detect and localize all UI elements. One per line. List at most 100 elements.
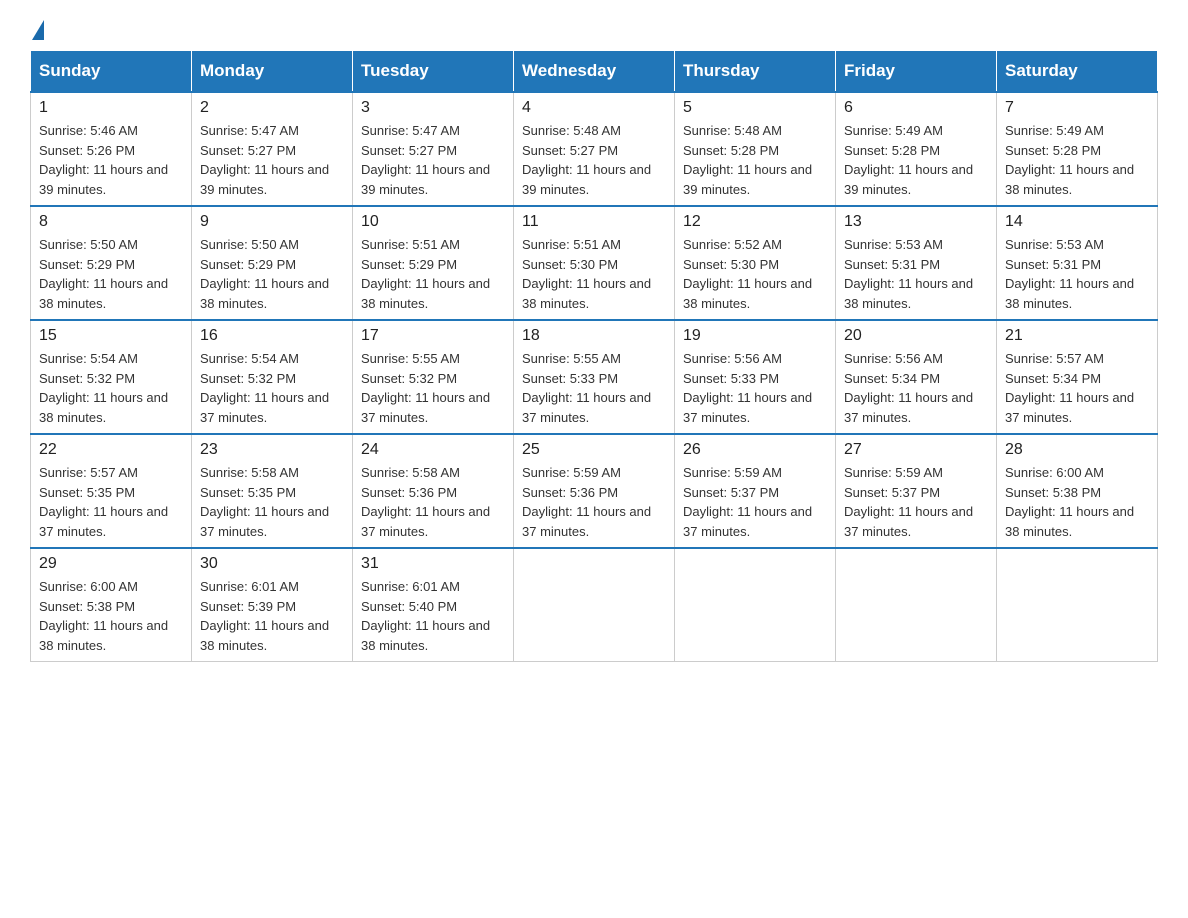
week-row-4: 22Sunrise: 5:57 AMSunset: 5:35 PMDayligh… bbox=[31, 434, 1158, 548]
day-info: Sunrise: 5:51 AMSunset: 5:30 PMDaylight:… bbox=[522, 235, 666, 313]
calendar-table: SundayMondayTuesdayWednesdayThursdayFrid… bbox=[30, 50, 1158, 662]
day-number: 22 bbox=[39, 441, 183, 459]
day-info: Sunrise: 5:55 AMSunset: 5:32 PMDaylight:… bbox=[361, 349, 505, 427]
day-cell-7: 7 Sunrise: 5:49 AMSunset: 5:28 PMDaylight… bbox=[997, 92, 1158, 206]
empty-cell bbox=[514, 548, 675, 662]
day-cell-8: 8Sunrise: 5:50 AMSunset: 5:29 PMDaylight… bbox=[31, 206, 192, 320]
day-cell-22: 22Sunrise: 5:57 AMSunset: 5:35 PMDayligh… bbox=[31, 434, 192, 548]
day-info: Sunrise: 5:54 AMSunset: 5:32 PMDaylight:… bbox=[200, 349, 344, 427]
day-number: 27 bbox=[844, 441, 988, 459]
empty-cell bbox=[997, 548, 1158, 662]
page-header bbox=[30, 20, 1158, 40]
day-cell-3: 3Sunrise: 5:47 AMSunset: 5:27 PMDaylight… bbox=[353, 92, 514, 206]
day-info: Sunrise: 5:53 AMSunset: 5:31 PMDaylight:… bbox=[1005, 235, 1149, 313]
day-info: Sunrise: 6:01 AMSunset: 5:40 PMDaylight:… bbox=[361, 577, 505, 655]
day-info: Sunrise: 5:56 AMSunset: 5:34 PMDaylight:… bbox=[844, 349, 988, 427]
day-info: Sunrise: 5:47 AMSunset: 5:27 PMDaylight:… bbox=[200, 121, 344, 199]
day-number: 29 bbox=[39, 555, 183, 573]
day-number: 9 bbox=[200, 213, 344, 231]
day-cell-16: 16 Sunrise: 5:54 AMSunset: 5:32 PMDayligh… bbox=[192, 320, 353, 434]
weekday-header-saturday: Saturday bbox=[997, 51, 1158, 93]
day-info: Sunrise: 5:55 AMSunset: 5:33 PMDaylight:… bbox=[522, 349, 666, 427]
week-row-5: 29 Sunrise: 6:00 AMSunset: 5:38 PMDayligh… bbox=[31, 548, 1158, 662]
day-info: Sunrise: 5:52 AMSunset: 5:30 PMDaylight:… bbox=[683, 235, 827, 313]
week-row-1: 1 Sunrise: 5:46 AMSunset: 5:26 PMDaylight… bbox=[31, 92, 1158, 206]
day-info: Sunrise: 5:54 AMSunset: 5:32 PMDaylight:… bbox=[39, 349, 183, 427]
day-cell-24: 24 Sunrise: 5:58 AMSunset: 5:36 PMDayligh… bbox=[353, 434, 514, 548]
day-info: Sunrise: 5:58 AMSunset: 5:35 PMDaylight:… bbox=[200, 463, 344, 541]
day-info: Sunrise: 5:56 AMSunset: 5:33 PMDaylight:… bbox=[683, 349, 827, 427]
weekday-header-sunday: Sunday bbox=[31, 51, 192, 93]
day-number: 15 bbox=[39, 327, 183, 345]
day-number: 4 bbox=[522, 99, 666, 117]
day-cell-28: 28Sunrise: 6:00 AMSunset: 5:38 PMDayligh… bbox=[997, 434, 1158, 548]
day-number: 1 bbox=[39, 99, 183, 117]
week-row-2: 8Sunrise: 5:50 AMSunset: 5:29 PMDaylight… bbox=[31, 206, 1158, 320]
day-info: Sunrise: 6:00 AMSunset: 5:38 PMDaylight:… bbox=[1005, 463, 1149, 541]
day-info: Sunrise: 5:59 AMSunset: 5:37 PMDaylight:… bbox=[844, 463, 988, 541]
logo-triangle-icon bbox=[32, 20, 44, 40]
day-info: Sunrise: 5:48 AMSunset: 5:27 PMDaylight:… bbox=[522, 121, 666, 199]
day-cell-1: 1 Sunrise: 5:46 AMSunset: 5:26 PMDaylight… bbox=[31, 92, 192, 206]
day-cell-18: 18 Sunrise: 5:55 AMSunset: 5:33 PMDayligh… bbox=[514, 320, 675, 434]
day-number: 17 bbox=[361, 327, 505, 345]
day-cell-17: 17 Sunrise: 5:55 AMSunset: 5:32 PMDayligh… bbox=[353, 320, 514, 434]
day-number: 6 bbox=[844, 99, 988, 117]
day-cell-30: 30 Sunrise: 6:01 AMSunset: 5:39 PMDayligh… bbox=[192, 548, 353, 662]
day-number: 16 bbox=[200, 327, 344, 345]
day-number: 21 bbox=[1005, 327, 1149, 345]
day-cell-26: 26 Sunrise: 5:59 AMSunset: 5:37 PMDayligh… bbox=[675, 434, 836, 548]
day-cell-9: 9Sunrise: 5:50 AMSunset: 5:29 PMDaylight… bbox=[192, 206, 353, 320]
day-info: Sunrise: 5:49 AMSunset: 5:28 PMDaylight:… bbox=[1005, 121, 1149, 199]
weekday-header-row: SundayMondayTuesdayWednesdayThursdayFrid… bbox=[31, 51, 1158, 93]
day-cell-31: 31 Sunrise: 6:01 AMSunset: 5:40 PMDayligh… bbox=[353, 548, 514, 662]
weekday-header-monday: Monday bbox=[192, 51, 353, 93]
day-info: Sunrise: 5:48 AMSunset: 5:28 PMDaylight:… bbox=[683, 121, 827, 199]
day-cell-13: 13 Sunrise: 5:53 AMSunset: 5:31 PMDayligh… bbox=[836, 206, 997, 320]
day-cell-29: 29 Sunrise: 6:00 AMSunset: 5:38 PMDayligh… bbox=[31, 548, 192, 662]
day-number: 10 bbox=[361, 213, 505, 231]
day-info: Sunrise: 5:59 AMSunset: 5:37 PMDaylight:… bbox=[683, 463, 827, 541]
day-number: 11 bbox=[522, 213, 666, 231]
day-cell-27: 27 Sunrise: 5:59 AMSunset: 5:37 PMDayligh… bbox=[836, 434, 997, 548]
day-cell-5: 5 Sunrise: 5:48 AMSunset: 5:28 PMDaylight… bbox=[675, 92, 836, 206]
day-number: 13 bbox=[844, 213, 988, 231]
day-cell-4: 4 Sunrise: 5:48 AMSunset: 5:27 PMDaylight… bbox=[514, 92, 675, 206]
day-cell-20: 20Sunrise: 5:56 AMSunset: 5:34 PMDayligh… bbox=[836, 320, 997, 434]
day-cell-10: 10Sunrise: 5:51 AMSunset: 5:29 PMDayligh… bbox=[353, 206, 514, 320]
day-cell-15: 15 Sunrise: 5:54 AMSunset: 5:32 PMDayligh… bbox=[31, 320, 192, 434]
day-cell-19: 19 Sunrise: 5:56 AMSunset: 5:33 PMDayligh… bbox=[675, 320, 836, 434]
day-number: 23 bbox=[200, 441, 344, 459]
day-info: Sunrise: 5:46 AMSunset: 5:26 PMDaylight:… bbox=[39, 121, 183, 199]
day-cell-2: 2 Sunrise: 5:47 AMSunset: 5:27 PMDaylight… bbox=[192, 92, 353, 206]
day-cell-23: 23 Sunrise: 5:58 AMSunset: 5:35 PMDayligh… bbox=[192, 434, 353, 548]
day-number: 26 bbox=[683, 441, 827, 459]
day-number: 2 bbox=[200, 99, 344, 117]
day-info: Sunrise: 5:53 AMSunset: 5:31 PMDaylight:… bbox=[844, 235, 988, 313]
day-number: 19 bbox=[683, 327, 827, 345]
day-cell-12: 12Sunrise: 5:52 AMSunset: 5:30 PMDayligh… bbox=[675, 206, 836, 320]
day-info: Sunrise: 6:00 AMSunset: 5:38 PMDaylight:… bbox=[39, 577, 183, 655]
day-cell-6: 6Sunrise: 5:49 AMSunset: 5:28 PMDaylight… bbox=[836, 92, 997, 206]
day-cell-25: 25 Sunrise: 5:59 AMSunset: 5:36 PMDayligh… bbox=[514, 434, 675, 548]
day-cell-11: 11 Sunrise: 5:51 AMSunset: 5:30 PMDayligh… bbox=[514, 206, 675, 320]
day-number: 30 bbox=[200, 555, 344, 573]
day-number: 18 bbox=[522, 327, 666, 345]
day-number: 31 bbox=[361, 555, 505, 573]
logo bbox=[30, 20, 44, 40]
day-info: Sunrise: 5:57 AMSunset: 5:34 PMDaylight:… bbox=[1005, 349, 1149, 427]
empty-cell bbox=[836, 548, 997, 662]
weekday-header-friday: Friday bbox=[836, 51, 997, 93]
day-number: 7 bbox=[1005, 99, 1149, 117]
day-info: Sunrise: 5:58 AMSunset: 5:36 PMDaylight:… bbox=[361, 463, 505, 541]
day-number: 5 bbox=[683, 99, 827, 117]
week-row-3: 15 Sunrise: 5:54 AMSunset: 5:32 PMDayligh… bbox=[31, 320, 1158, 434]
weekday-header-thursday: Thursday bbox=[675, 51, 836, 93]
day-number: 24 bbox=[361, 441, 505, 459]
day-number: 8 bbox=[39, 213, 183, 231]
day-number: 3 bbox=[361, 99, 505, 117]
day-number: 25 bbox=[522, 441, 666, 459]
day-info: Sunrise: 6:01 AMSunset: 5:39 PMDaylight:… bbox=[200, 577, 344, 655]
day-info: Sunrise: 5:59 AMSunset: 5:36 PMDaylight:… bbox=[522, 463, 666, 541]
day-cell-14: 14Sunrise: 5:53 AMSunset: 5:31 PMDayligh… bbox=[997, 206, 1158, 320]
